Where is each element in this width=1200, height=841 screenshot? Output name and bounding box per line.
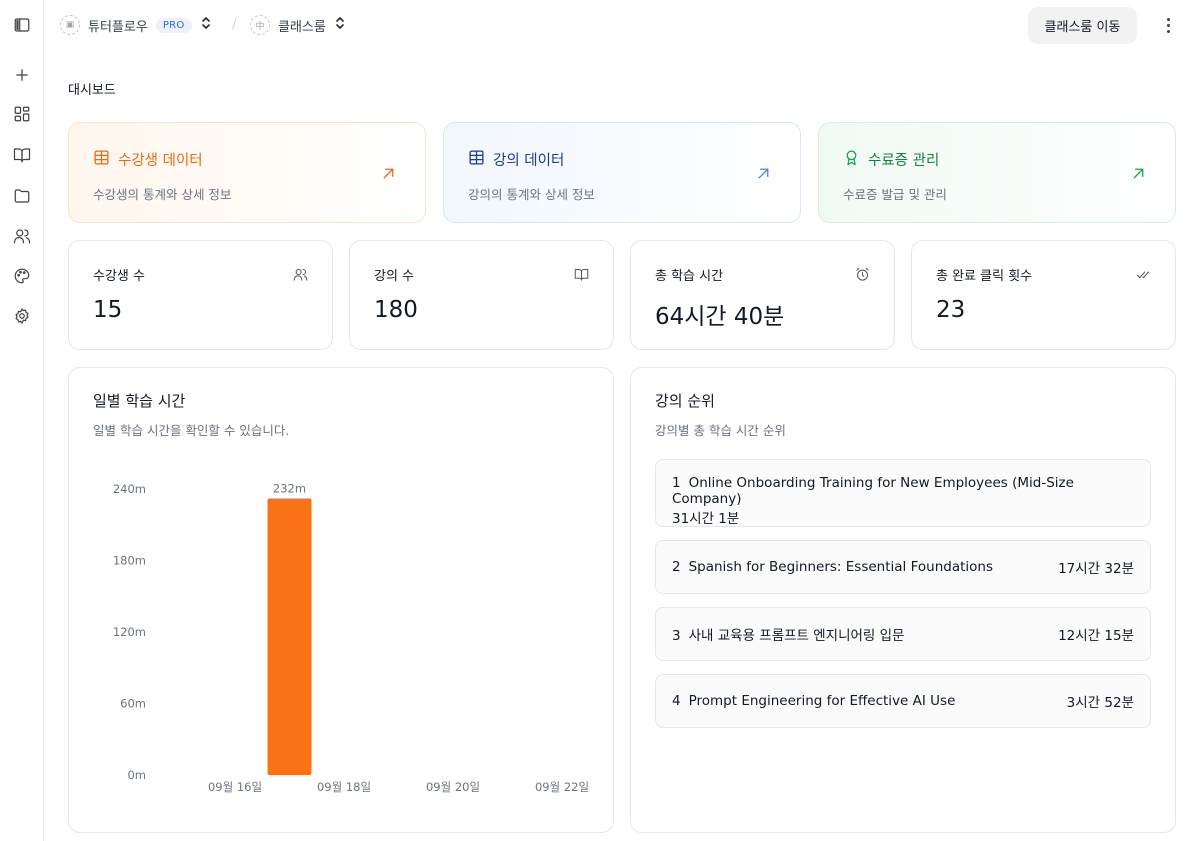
workspace-switcher[interactable]: 中 클래스룸 <box>250 13 346 37</box>
card-description: 강의의 통계와 상세 정보 <box>468 187 595 202</box>
users-icon <box>293 267 308 286</box>
x-tick-label: 09월 18일 <box>317 780 371 794</box>
card-title: 수강생 데이터 <box>118 153 203 169</box>
arrow-up-right-icon <box>1130 165 1147 186</box>
chevron-updown-icon[interactable] <box>334 16 346 34</box>
stat-completion-clicks: 총 완료 클릭 횟수 23 <box>911 240 1176 350</box>
chevron-updown-icon[interactable] <box>200 16 212 34</box>
course-title: Prompt Engineering for Effective AI Use <box>688 693 956 709</box>
top-bar: ▣ 튜터플로우 PRO / 中 클래스룸 클래스룸 이동 <box>44 0 1200 50</box>
workspace-name: 클래스룸 <box>278 19 326 35</box>
x-tick-label: 09월 16일 <box>208 780 262 794</box>
stat-label: 강의 수 <box>374 269 415 284</box>
stat-value: 23 <box>936 297 966 323</box>
plan-badge: PRO <box>155 17 192 33</box>
bar[interactable] <box>267 498 312 775</box>
stat-value: 64시간 40분 <box>655 304 785 330</box>
course-ranking-panel: 강의 순위 강의별 총 학습 시간 순위 1 Online Onboarding … <box>630 367 1176 833</box>
stat-label: 수강생 수 <box>93 269 145 284</box>
course-title: Spanish for Beginners: Essential Foundat… <box>688 559 993 575</box>
y-tick-label: 180m <box>113 554 146 568</box>
settings-icon[interactable] <box>10 304 34 328</box>
stat-value: 15 <box>93 297 123 323</box>
stat-courses: 강의 수 180 <box>349 240 614 350</box>
course-time: 31시간 1분 <box>672 511 740 527</box>
y-tick-label: 0m <box>127 768 146 782</box>
card-description: 수료증 발급 및 관리 <box>843 187 947 202</box>
card-title: 수료증 관리 <box>868 153 940 169</box>
panel-description: 강의별 총 학습 시간 순위 <box>655 423 786 438</box>
y-tick-label: 240m <box>113 482 146 496</box>
users-icon[interactable] <box>10 224 34 248</box>
stat-students: 수강생 수 15 <box>68 240 333 350</box>
breadcrumb-separator: / <box>232 16 237 32</box>
ranking-item[interactable]: 3 사내 교육용 프롬프트 엔지니어링 입문 12시간 15분 <box>655 607 1151 661</box>
bar-data-label: 232m <box>273 482 306 496</box>
plus-icon[interactable] <box>10 63 34 87</box>
course-title: Online Onboarding Training for New Emplo… <box>672 475 1074 507</box>
card-description: 수강생의 통계와 상세 정보 <box>93 187 232 202</box>
x-tick-label: 09월 22일 <box>535 780 589 794</box>
table-icon <box>468 149 485 170</box>
student-data-card[interactable]: 수강생 데이터 수강생의 통계와 상세 정보 <box>68 122 426 223</box>
page-title: 대시보드 <box>68 83 116 98</box>
move-classroom-button[interactable]: 클래스룸 이동 <box>1028 7 1137 44</box>
certificate-card[interactable]: 수료증 관리 수료증 발급 및 관리 <box>818 122 1176 223</box>
book-icon[interactable] <box>10 143 34 167</box>
rank-number: 1 <box>672 475 681 491</box>
book-open-icon <box>574 267 589 286</box>
daily-study-chart: 0m 60m 120m 180m 240m 09월 16일 232m 09월 18일 09월 2… <box>113 482 589 794</box>
workspace-logo-icon: 中 <box>250 15 270 35</box>
x-tick-label: 09월 20일 <box>426 780 480 794</box>
arrow-up-right-icon <box>755 165 772 186</box>
award-icon <box>843 149 860 170</box>
course-time: 3시간 52분 <box>1066 695 1134 711</box>
palette-icon[interactable] <box>10 264 34 288</box>
alarm-clock-icon <box>855 267 870 286</box>
folder-icon[interactable] <box>10 184 34 208</box>
y-tick-label: 120m <box>113 625 146 639</box>
org-logo-icon: ▣ <box>60 15 80 35</box>
stat-label: 총 완료 클릭 횟수 <box>936 269 1033 284</box>
course-time: 12시간 15분 <box>1058 628 1134 644</box>
y-tick-label: 60m <box>120 697 146 711</box>
dashboard-icon[interactable] <box>10 102 34 126</box>
stat-study-time: 총 학습 시간 64시간 40분 <box>630 240 895 350</box>
more-options-icon[interactable] <box>1160 14 1176 36</box>
stat-label: 총 학습 시간 <box>655 269 724 284</box>
double-check-icon <box>1136 267 1151 286</box>
course-data-card[interactable]: 강의 데이터 강의의 통계와 상세 정보 <box>443 122 801 223</box>
course-title: 사내 교육용 프롬프트 엔지니어링 입문 <box>688 628 905 644</box>
stat-value: 180 <box>374 297 418 323</box>
course-time: 17시간 32분 <box>1058 561 1134 577</box>
ranking-list: 1 Online Onboarding Training for New Empl… <box>655 459 1151 741</box>
org-switcher[interactable]: ▣ 튜터플로우 PRO <box>60 13 212 37</box>
icon-sidebar <box>0 0 44 841</box>
table-icon <box>93 149 110 170</box>
card-title: 강의 데이터 <box>493 153 565 169</box>
panel-title: 강의 순위 <box>655 392 715 410</box>
ranking-item[interactable]: 4 Prompt Engineering for Effective AI Use… <box>655 674 1151 728</box>
org-name: 튜터플로우 <box>88 19 148 35</box>
rank-number: 4 <box>672 693 681 709</box>
ranking-item[interactable]: 2 Spanish for Beginners: Essential Founda… <box>655 540 1151 594</box>
daily-study-panel: 일별 학습 시간 일별 학습 시간을 확인할 수 있습니다. 0m 60m 120m… <box>68 367 614 833</box>
panel-toggle-icon[interactable] <box>10 13 34 37</box>
rank-number: 2 <box>672 559 681 575</box>
rank-number: 3 <box>672 628 681 644</box>
ranking-item[interactable]: 1 Online Onboarding Training for New Empl… <box>655 459 1151 527</box>
arrow-up-right-icon <box>380 165 397 186</box>
